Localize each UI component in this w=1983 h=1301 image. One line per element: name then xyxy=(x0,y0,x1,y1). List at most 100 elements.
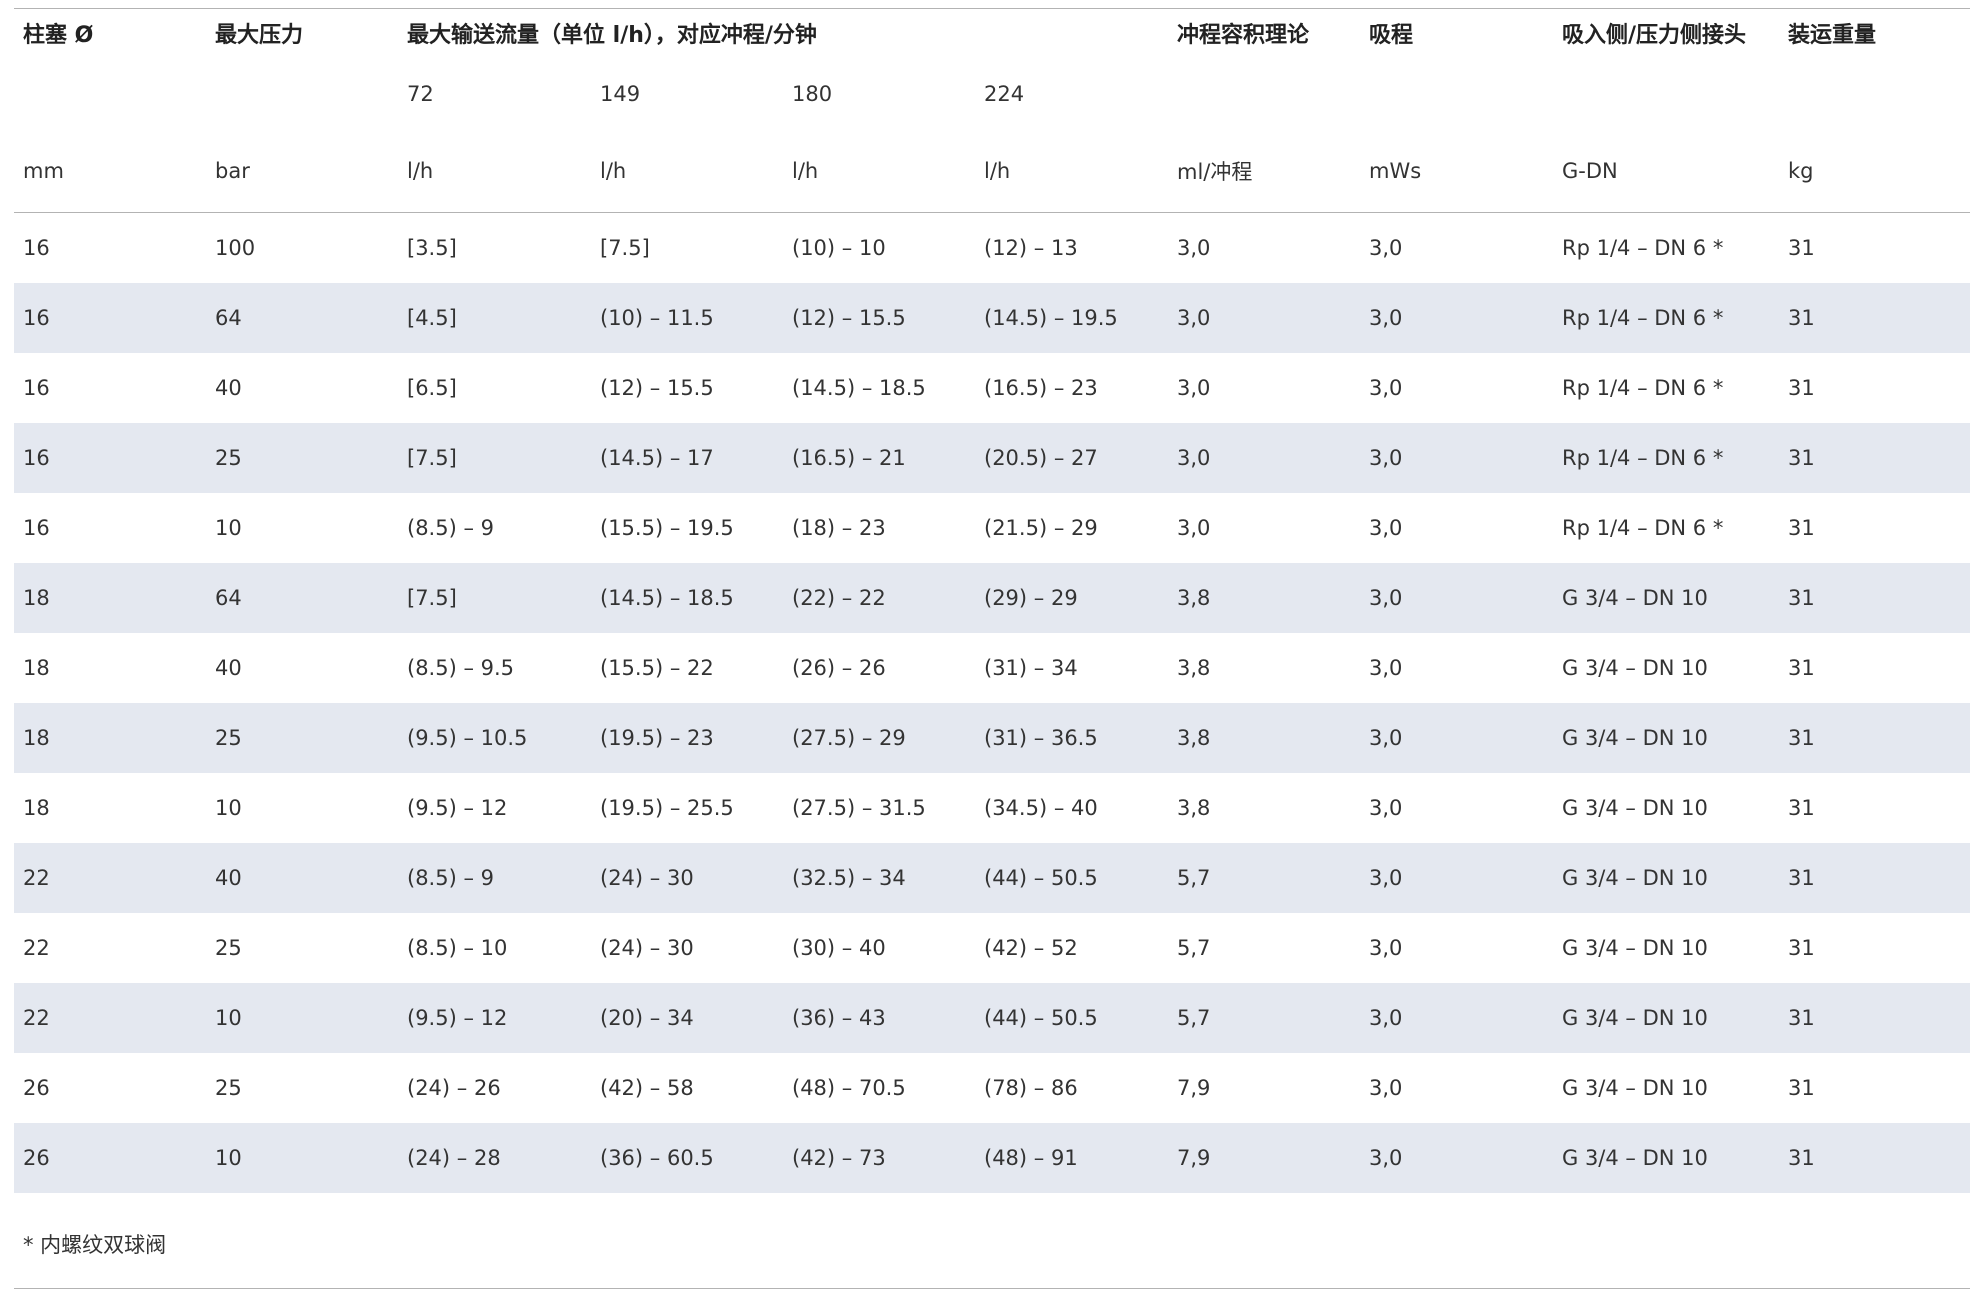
table-cell: 31 xyxy=(1788,516,1815,540)
table-row: 18 10 (9.5) – 12 (19.5) – 25.5 (27.5) – … xyxy=(14,773,1970,843)
table-cell: (36) – 60.5 xyxy=(591,1123,783,1193)
table-cell: (42) – 73 xyxy=(783,1123,975,1193)
table-row: 18 40 (8.5) – 9.5 (15.5) – 22 (26) – 26 … xyxy=(14,633,1970,703)
table-cell: (24) – 30 xyxy=(600,936,694,960)
unit-cell: bar xyxy=(206,130,398,213)
table-cell: 31 xyxy=(1779,423,1970,493)
table-cell: (8.5) – 9.5 xyxy=(407,656,515,680)
table-row: 18 64 [7.5] (14.5) – 18.5 (22) – 22 (29)… xyxy=(14,563,1970,633)
table-cell: 22 xyxy=(23,936,50,960)
table-row: 16 25 [7.5] (14.5) – 17 (16.5) – 21 (20.… xyxy=(14,423,1970,493)
table-cell: 3,0 xyxy=(1360,423,1553,493)
table-cell: 64 xyxy=(206,283,398,353)
table-cell: 31 xyxy=(1779,703,1970,773)
table-cell: 3,0 xyxy=(1369,656,1403,680)
table-cell: (32.5) – 34 xyxy=(783,843,975,913)
table-cell: (15.5) – 19.5 xyxy=(600,516,734,540)
header-row-strokes: 72 149 180 224 xyxy=(14,57,1970,130)
table-cell: 10 xyxy=(206,983,398,1053)
header-stroke-224: 224 xyxy=(984,81,1025,106)
table-cell: [3.5] xyxy=(407,236,457,260)
table-cell: 31 xyxy=(1788,656,1815,680)
table-cell: 31 xyxy=(1788,936,1815,960)
table-cell: 22 xyxy=(14,983,206,1053)
table-cell: 31 xyxy=(1788,376,1815,400)
table-cell: 3,0 xyxy=(1177,236,1211,260)
table-cell: 40 xyxy=(215,656,242,680)
table-row: 22 10 (9.5) – 12 (20) – 34 (36) – 43 (44… xyxy=(14,983,1970,1053)
table-cell: G 3/4 – DN 10 xyxy=(1562,656,1708,680)
unit-cell: l/h xyxy=(591,130,783,213)
header-plunger: 柱塞 Ø xyxy=(23,23,94,48)
footnote: * 内螺纹双球阀 xyxy=(23,1233,167,1257)
table-cell: (36) – 43 xyxy=(783,983,975,1053)
specification-table: 柱塞 Ø 最大压力 最大输送流量（单位 l/h），对应冲程/分钟 冲程容积理论 … xyxy=(14,9,1970,1193)
table-cell: 3,0 xyxy=(1369,796,1403,820)
table-cell: (12) – 15.5 xyxy=(783,283,975,353)
table-cell: 26 xyxy=(14,1123,206,1193)
header-max-flow: 最大输送流量（单位 l/h），对应冲程/分钟 xyxy=(407,23,817,48)
table-cell: 31 xyxy=(1779,283,1970,353)
table-cell: [4.5] xyxy=(398,283,591,353)
table-cell: (26) – 26 xyxy=(792,656,886,680)
table-cell: (20) – 34 xyxy=(591,983,783,1053)
table-cell: (24) – 30 xyxy=(591,843,783,913)
table-row: 26 25 (24) – 26 (42) – 58 (48) – 70.5 (7… xyxy=(14,1053,1970,1123)
table-cell: (27.5) – 31.5 xyxy=(792,796,926,820)
table-cell: (24) – 28 xyxy=(398,1123,591,1193)
table-cell: 31 xyxy=(1779,1123,1970,1193)
table-cell: 3,0 xyxy=(1369,936,1403,960)
table-cell: [7.5] xyxy=(600,236,650,260)
table-cell: 25 xyxy=(215,1076,242,1100)
table-cell: 3,0 xyxy=(1168,283,1360,353)
table-cell: (21.5) – 29 xyxy=(984,516,1098,540)
table-cell: Rp 1/4 – DN 6 * xyxy=(1553,423,1779,493)
table-cell: 10 xyxy=(206,1123,398,1193)
table-cell: (44) – 50.5 xyxy=(975,843,1168,913)
unit-cell: mWs xyxy=(1360,130,1553,213)
header-stroke-72: 72 xyxy=(407,81,434,106)
table-cell: 3,0 xyxy=(1360,843,1553,913)
table-cell: 3,0 xyxy=(1360,1123,1553,1193)
unit-cell: l/h xyxy=(975,130,1168,213)
table-cell: 26 xyxy=(23,1076,50,1100)
table-cell: (15.5) – 22 xyxy=(600,656,714,680)
table-cell: (20.5) – 27 xyxy=(975,423,1168,493)
table-cell: (42) – 58 xyxy=(600,1076,694,1100)
table-cell: (48) – 70.5 xyxy=(792,1076,906,1100)
table-row: 16 100 [3.5] [7.5] (10) – 10 (12) – 13 3… xyxy=(14,213,1970,284)
table-cell: 31 xyxy=(1779,983,1970,1053)
unit-cell: l/h xyxy=(783,130,975,213)
unit-cell: ml/冲程 xyxy=(1168,130,1360,213)
table-cell: (24) – 26 xyxy=(407,1076,501,1100)
table-cell: 3,0 xyxy=(1360,703,1553,773)
table-row: 26 10 (24) – 28 (36) – 60.5 (42) – 73 (4… xyxy=(14,1123,1970,1193)
table-cell: 5,7 xyxy=(1168,843,1360,913)
table-row: 18 25 (9.5) – 10.5 (19.5) – 23 (27.5) – … xyxy=(14,703,1970,773)
table-cell: 3,0 xyxy=(1369,516,1403,540)
table-cell: 3,0 xyxy=(1369,236,1403,260)
table-cell: G 3/4 – DN 10 xyxy=(1553,563,1779,633)
unit-cell: l/h xyxy=(398,130,591,213)
table-cell: 3,0 xyxy=(1369,376,1403,400)
table-cell: G 3/4 – DN 10 xyxy=(1562,1076,1708,1100)
table-cell: 3,0 xyxy=(1177,516,1211,540)
table-cell: G 3/4 – DN 10 xyxy=(1562,796,1708,820)
table-cell: 3,8 xyxy=(1177,796,1211,820)
table-cell: (12) – 13 xyxy=(984,236,1078,260)
table-row: 22 40 (8.5) – 9 (24) – 30 (32.5) – 34 (4… xyxy=(14,843,1970,913)
table-cell: G 3/4 – DN 10 xyxy=(1553,843,1779,913)
table-cell: G 3/4 – DN 10 xyxy=(1553,1123,1779,1193)
table-cell: 16 xyxy=(23,236,50,260)
table-cell: 64 xyxy=(206,563,398,633)
table-cell: 31 xyxy=(1779,563,1970,633)
table-cell: 7,9 xyxy=(1177,1076,1211,1100)
table-cell: 18 xyxy=(14,563,206,633)
table-cell: (78) – 86 xyxy=(984,1076,1078,1100)
table-cell: 16 xyxy=(23,516,50,540)
table-cell: (31) – 34 xyxy=(984,656,1078,680)
table-cell: 25 xyxy=(206,703,398,773)
table-cell: Rp 1/4 – DN 6 * xyxy=(1562,376,1724,400)
table-cell: 3,8 xyxy=(1168,563,1360,633)
table-cell: [6.5] xyxy=(407,376,457,400)
